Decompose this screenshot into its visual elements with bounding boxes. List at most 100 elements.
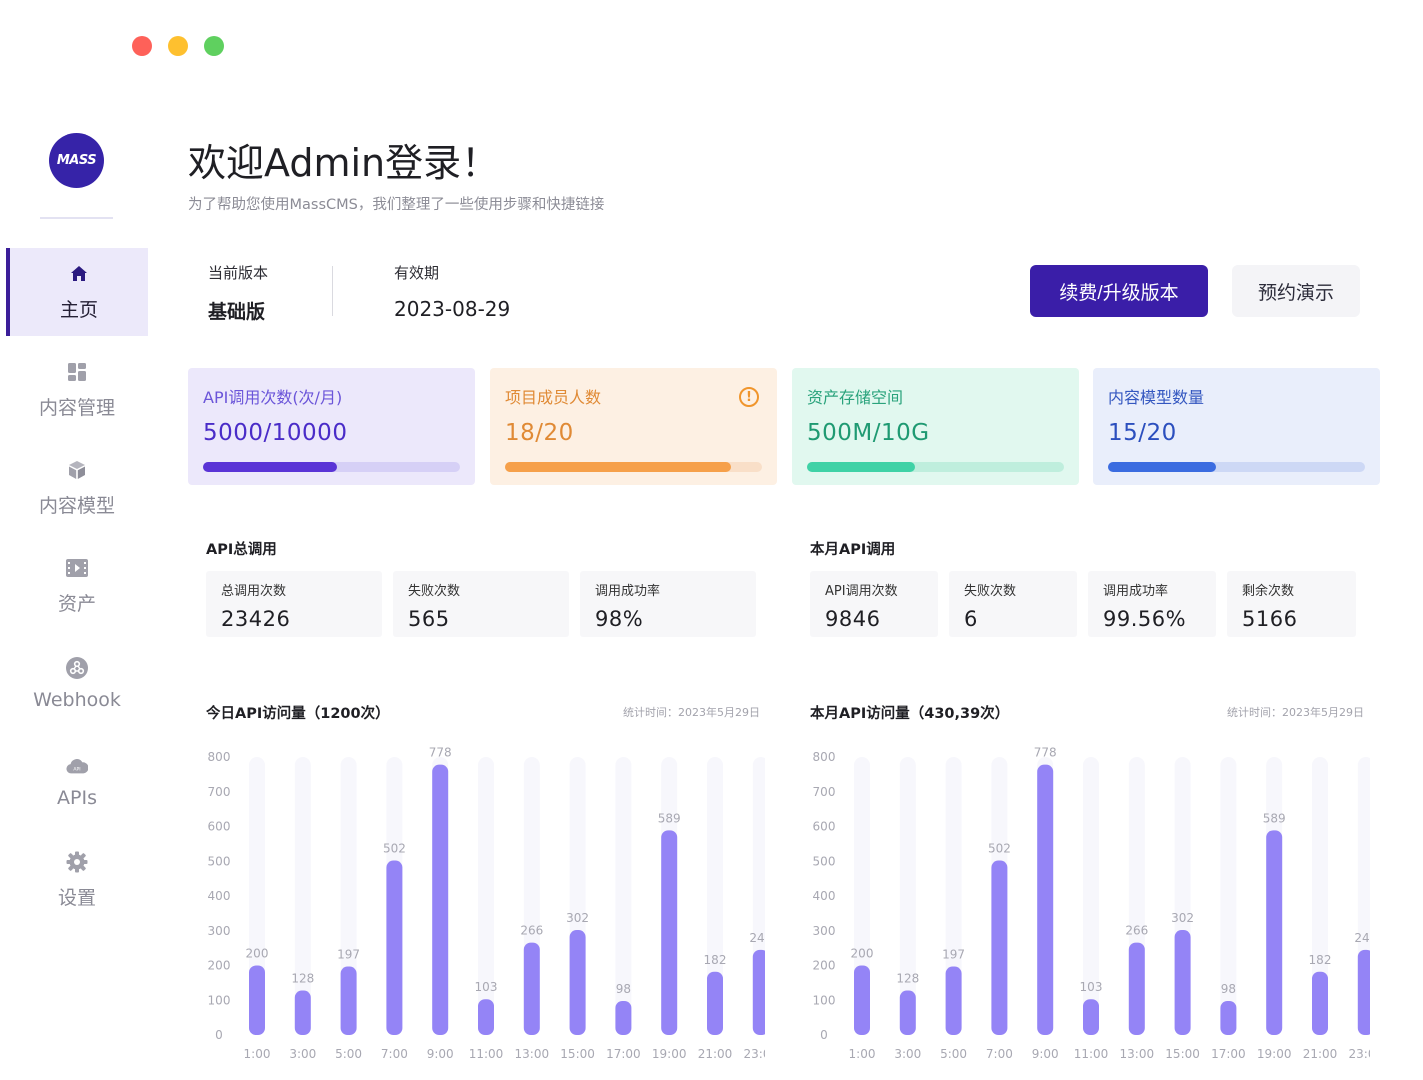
- api-month-title: 本月API调用: [810, 542, 896, 558]
- metric-value: 6: [964, 607, 978, 631]
- data-label: 197: [337, 948, 360, 962]
- y-tick-label: 400: [813, 889, 836, 903]
- x-tick-label: 7:00: [986, 1047, 1013, 1061]
- x-tick-label: 17:00: [1211, 1047, 1246, 1061]
- today-api-bar-chart: 0 100 200 300 400 500 600 700 800 200 1:00 128 3:00 1…: [208, 746, 765, 1061]
- sidebar-item-label: APIs: [57, 787, 97, 809]
- stat-progress-track: [505, 462, 762, 472]
- x-tick-label: 15:00: [560, 1047, 595, 1061]
- metric-value: 99.56%: [1103, 607, 1187, 631]
- x-tick-label: 9:00: [427, 1047, 454, 1061]
- bar: [1083, 999, 1099, 1035]
- x-tick-label: 3:00: [289, 1047, 316, 1061]
- bar: [340, 966, 357, 1035]
- stat-value: 18/20: [505, 420, 574, 446]
- sidebar-item-assets[interactable]: 资产: [6, 542, 148, 630]
- sidebar-item-content-model[interactable]: 内容模型: [6, 444, 148, 532]
- bar: [1174, 930, 1191, 1035]
- y-tick-label: 500: [813, 854, 836, 868]
- bar: [1220, 1000, 1237, 1035]
- stat-card-api-calls: API调用次数(次/月) 5000/10000: [188, 368, 475, 485]
- y-tick-label: 300: [813, 924, 836, 938]
- stat-progress-track: [1108, 462, 1365, 472]
- x-tick-label: 5:00: [940, 1047, 967, 1061]
- data-label: 302: [1171, 911, 1194, 925]
- y-tick-label: 800: [208, 750, 231, 764]
- cloud-api-icon: API: [66, 755, 88, 777]
- sidebar-item-content-management[interactable]: 内容管理: [6, 346, 148, 434]
- stat-progress-fill: [505, 462, 732, 472]
- data-label: 502: [383, 842, 406, 856]
- bar: [478, 999, 494, 1035]
- version-value: 基础版: [208, 301, 266, 323]
- data-label: 197: [942, 948, 965, 962]
- logo-divider: [40, 217, 113, 219]
- book-demo-button[interactable]: 预约演示: [1232, 265, 1360, 317]
- sidebar-item-home[interactable]: 主页: [6, 248, 148, 336]
- bar: [294, 990, 311, 1035]
- stat-progress-fill: [807, 462, 915, 472]
- bar: [249, 965, 265, 1035]
- data-label: 103: [475, 980, 498, 994]
- bar: [432, 764, 449, 1035]
- mass-logo[interactable]: MASS: [49, 133, 104, 188]
- y-tick-label: 800: [813, 750, 836, 764]
- data-label: 98: [1221, 982, 1236, 996]
- x-tick-label: 13:00: [515, 1047, 550, 1061]
- data-label: 778: [1034, 746, 1057, 760]
- y-tick-label: 700: [208, 785, 231, 799]
- stat-progress-fill: [203, 462, 337, 472]
- warning-icon[interactable]: !: [739, 387, 759, 407]
- metric-value: 565: [408, 607, 450, 631]
- data-label: 589: [1263, 811, 1286, 825]
- metric-label: API调用次数: [825, 584, 898, 599]
- sidebar-item-webhook[interactable]: Webhook: [6, 640, 148, 728]
- sidebar-item-label: 资产: [57, 592, 96, 615]
- stat-progress-track: [807, 462, 1064, 472]
- data-label: 502: [988, 842, 1011, 856]
- x-tick-label: 3:00: [894, 1047, 921, 1061]
- y-tick-label: 200: [208, 959, 231, 973]
- webhook-icon: [66, 657, 88, 679]
- data-label: 98: [616, 982, 631, 996]
- data-label: 200: [851, 947, 874, 961]
- data-label: 128: [291, 972, 314, 986]
- bar: [615, 1000, 632, 1035]
- bar: [854, 965, 870, 1035]
- data-label: 245: [749, 931, 765, 945]
- x-tick-label: 21:00: [1303, 1047, 1338, 1061]
- sidebar-item-settings[interactable]: 设置: [6, 836, 148, 924]
- media-icon: [66, 557, 88, 579]
- metric-value: 23426: [221, 607, 291, 631]
- stat-card-storage: 资产存储空间 500M/10G: [792, 368, 1079, 485]
- minimize-window-button[interactable]: [168, 36, 188, 56]
- month-api-bar-chart: 0 100 200 300 400 500 600 700 800 200 1:00 128 3:00 1…: [813, 746, 1370, 1061]
- y-tick-label: 0: [820, 1028, 828, 1042]
- metric-total-calls: 总调用次数 23426: [206, 571, 382, 637]
- bar: [752, 949, 765, 1035]
- sidebar-item-label: 设置: [57, 886, 96, 909]
- page-title: 欢迎Admin登录！: [188, 141, 500, 185]
- upgrade-button[interactable]: 续费/升级版本: [1030, 265, 1208, 317]
- version-label: 当前版本: [208, 264, 269, 282]
- bar: [991, 860, 1008, 1035]
- metric-label: 调用成功率: [595, 584, 661, 599]
- home-icon: [68, 263, 90, 285]
- stat-label: 项目成员人数: [505, 388, 602, 407]
- metric-label: 失败次数: [408, 584, 461, 599]
- expiry-date: 有效期 2023-08-29: [394, 262, 510, 321]
- x-tick-label: 9:00: [1032, 1047, 1059, 1061]
- sidebar-item-label: 内容管理: [38, 396, 115, 419]
- x-tick-label: 23:00: [1349, 1047, 1370, 1061]
- metric-month-calls: API调用次数 9846: [810, 571, 938, 637]
- y-tick-label: 600: [208, 820, 231, 834]
- maximize-window-button[interactable]: [204, 36, 224, 56]
- bar: [707, 971, 723, 1035]
- metric-label: 剩余次数: [1242, 584, 1295, 599]
- metric-label: 失败次数: [964, 584, 1017, 599]
- x-tick-label: 21:00: [698, 1047, 733, 1061]
- y-tick-label: 700: [813, 785, 836, 799]
- sidebar-item-apis[interactable]: API APIs: [6, 738, 148, 826]
- x-tick-label: 1:00: [244, 1047, 271, 1061]
- bar: [945, 966, 962, 1035]
